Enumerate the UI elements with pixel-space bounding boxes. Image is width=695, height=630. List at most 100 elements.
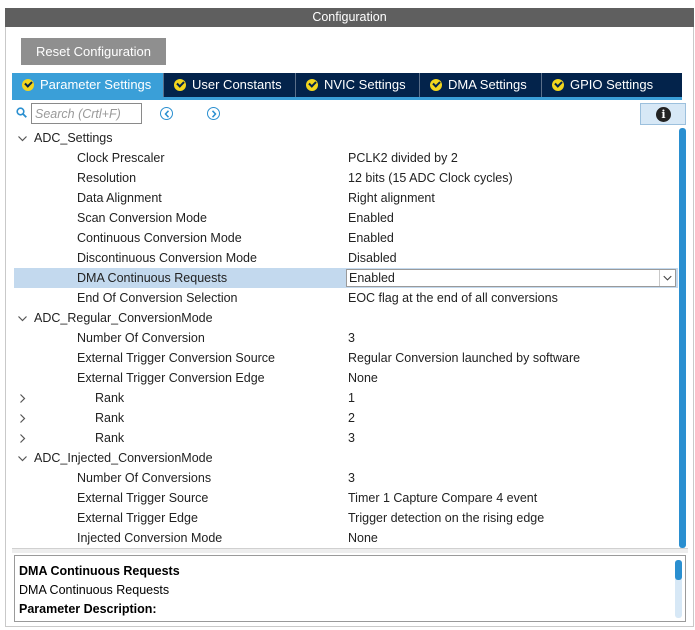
rank-name: Rank [95,391,125,405]
search-icon [16,107,27,118]
chevron-right-icon[interactable] [18,414,27,423]
rank-name: Rank [95,411,125,425]
param-value: 12 bits (15 ADC Clock cycles) [348,171,513,185]
chevron-right-icon [211,110,217,118]
tree-scrollbar[interactable] [679,128,687,548]
next-match-button[interactable] [207,107,220,120]
scrollbar-thumb[interactable] [675,560,682,580]
chevron-right-icon[interactable] [18,434,27,443]
param-row[interactable]: Number Of Conversions 3 [14,468,678,488]
rank-value: 3 [348,431,355,445]
param-row[interactable]: End Of Conversion Selection EOC flag at … [14,288,678,308]
parameter-tree: ADC_Settings Clock Prescaler PCLK2 divid… [14,128,678,548]
rank-value: 2 [348,411,355,425]
tab-dma-settings[interactable]: DMA Settings [420,73,542,97]
group-label: ADC_Injected_ConversionMode [34,451,213,465]
previous-match-button[interactable] [160,107,173,120]
tab-label: GPIO Settings [570,77,654,92]
param-row[interactable]: External Trigger Edge Trigger detection … [14,508,678,528]
search-input[interactable] [31,103,142,124]
param-value-dropdown[interactable]: Enabled [346,269,676,287]
param-value: Trigger detection on the rising edge [348,511,545,525]
check-icon [552,79,564,91]
param-name: Injected Conversion Mode [77,531,223,545]
group-adc-regular-conversionmode[interactable]: ADC_Regular_ConversionMode [14,308,678,328]
description-title: DMA Continuous Requests [19,564,180,578]
check-icon [430,79,442,91]
group-label: ADC_Regular_ConversionMode [34,311,213,325]
check-icon [22,79,34,91]
group-adc-injected-conversionmode[interactable]: ADC_Injected_ConversionMode [14,448,678,468]
param-value: PCLK2 divided by 2 [348,151,458,165]
description-panel: DMA Continuous Requests DMA Continuous R… [14,555,686,622]
param-name: External Trigger Source [77,491,209,505]
param-value: Regular Conversion launched by software [348,351,581,365]
param-row[interactable]: Scan Conversion Mode Enabled [14,208,678,228]
param-value: Enabled [348,211,394,225]
param-name: Data Alignment [77,191,162,205]
param-row[interactable]: Resolution 12 bits (15 ADC Clock cycles) [14,168,678,188]
param-name: Clock Prescaler [77,151,165,165]
rank-row[interactable]: Rank 1 [14,388,678,408]
param-row[interactable]: Data Alignment Right alignment [14,188,678,208]
chevron-right-icon[interactable] [18,394,27,403]
param-name: External Trigger Conversion Edge [77,371,265,385]
param-value: Enabled [348,231,394,245]
param-row[interactable]: Injected Conversion Mode None [14,528,678,548]
tab-label: DMA Settings [448,77,527,92]
param-value: 3 [348,471,355,485]
description-heading: Parameter Description: [19,602,157,616]
param-row[interactable]: External Trigger Conversion Edge None [14,368,678,388]
param-value: EOC flag at the end of all conversions [348,291,558,305]
param-value: None [348,371,378,385]
param-row[interactable]: Clock Prescaler PCLK2 divided by 2 [14,148,678,168]
param-name: DMA Continuous Requests [77,271,228,285]
param-row-selected[interactable]: DMA Continuous Requests Enabled [14,268,678,288]
tab-bar: Parameter Settings User Constants NVIC S… [12,73,682,97]
param-row[interactable]: Continuous Conversion Mode Enabled [14,228,678,248]
check-icon [306,79,318,91]
tab-gpio-settings[interactable]: GPIO Settings [542,73,682,97]
param-row[interactable]: External Trigger Conversion Source Regul… [14,348,678,368]
dropdown-value: Enabled [349,271,395,285]
param-value: Timer 1 Capture Compare 4 event [348,491,538,505]
param-row[interactable]: Discontinuous Conversion Mode Disabled [14,248,678,268]
description-scrollbar[interactable] [675,560,682,618]
rank-row[interactable]: Rank 3 [14,428,678,448]
param-name: Discontinuous Conversion Mode [77,251,257,265]
param-name: Number Of Conversions [77,471,212,485]
info-button[interactable]: i [640,103,686,125]
scrollbar-thumb[interactable] [679,128,686,548]
param-name: External Trigger Conversion Source [77,351,276,365]
param-name: Resolution [77,171,137,185]
param-name: External Trigger Edge [77,511,198,525]
description-text: DMA Continuous Requests [19,583,170,597]
param-row[interactable]: Number Of Conversion 3 [14,328,678,348]
tab-label: Parameter Settings [40,77,152,92]
tab-label: NVIC Settings [324,77,406,92]
param-value: Right alignment [348,191,435,205]
chevron-left-icon [164,110,170,118]
tab-underline [12,97,682,100]
tab-user-constants[interactable]: User Constants [164,73,296,97]
group-adc-settings[interactable]: ADC_Settings [14,128,678,148]
tab-parameter-settings[interactable]: Parameter Settings [12,73,164,97]
check-icon [174,79,186,91]
chevron-down-icon [18,316,27,322]
splitter[interactable] [12,548,688,553]
rank-row[interactable]: Rank 2 [14,408,678,428]
reset-configuration-button[interactable]: Reset Configuration [21,38,166,65]
chevron-down-icon [18,136,27,142]
window-title: Configuration [5,8,694,27]
param-row[interactable]: External Trigger Source Timer 1 Capture … [14,488,678,508]
rank-value: 1 [348,391,355,405]
param-name: Number Of Conversion [77,331,205,345]
param-value: 3 [348,331,355,345]
param-name: Scan Conversion Mode [77,211,207,225]
param-name: End Of Conversion Selection [77,291,238,305]
param-value: None [348,531,378,545]
param-name: Continuous Conversion Mode [77,231,242,245]
group-label: ADC_Settings [34,131,113,145]
tab-nvic-settings[interactable]: NVIC Settings [296,73,420,97]
info-icon: i [656,107,671,122]
